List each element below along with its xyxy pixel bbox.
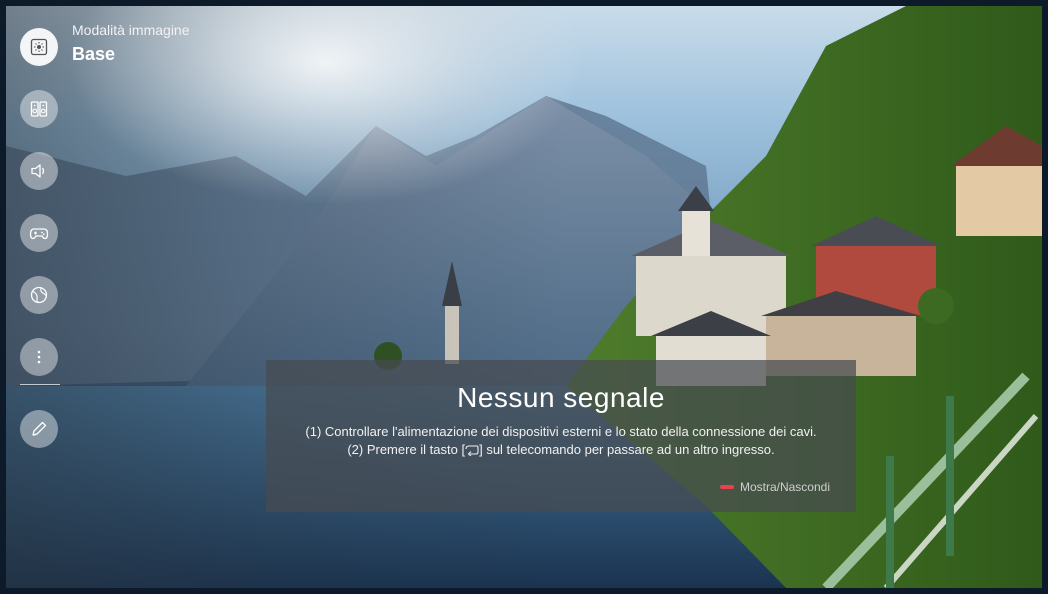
picture-mode-button[interactable] bbox=[20, 28, 58, 66]
picture-mode-label: Modalità immagine bbox=[72, 22, 190, 38]
more-options-button[interactable] bbox=[20, 338, 58, 376]
sound-mode-button[interactable] bbox=[20, 90, 58, 128]
game-controller-icon bbox=[29, 228, 49, 240]
volume-button[interactable] bbox=[20, 152, 58, 190]
show-hide-label: Mostra/Nascondi bbox=[739, 480, 830, 494]
edit-button[interactable] bbox=[20, 410, 58, 448]
network-button[interactable] bbox=[20, 276, 58, 314]
input-source-icon bbox=[465, 445, 479, 456]
no-signal-instruction-1: (1) Controllare l'alimentazione dei disp… bbox=[305, 424, 817, 439]
instruction-2-suffix: ] sul telecomando per passare ad un altr… bbox=[479, 442, 775, 457]
picture-mode-icon bbox=[30, 38, 48, 56]
no-signal-instruction-2: (2) Premere il tasto [ ] sul telecomando … bbox=[266, 442, 856, 457]
instruction-2-prefix: (2) Premere il tasto [ bbox=[347, 442, 466, 457]
globe-icon bbox=[30, 286, 48, 304]
no-signal-title: Nessun segnale bbox=[457, 382, 665, 413]
quick-settings-rail bbox=[20, 22, 60, 462]
red-key-icon bbox=[719, 485, 734, 489]
no-signal-dialog: Nessun segnale (1) Controllare l'aliment… bbox=[266, 360, 856, 512]
speakers-icon bbox=[30, 101, 48, 117]
more-options-icon bbox=[37, 350, 41, 364]
picture-mode-value: Base bbox=[72, 44, 116, 64]
volume-icon bbox=[31, 164, 45, 178]
edit-pencil-icon bbox=[32, 421, 47, 436]
game-optimizer-button[interactable] bbox=[20, 214, 58, 252]
rail-divider bbox=[20, 384, 60, 385]
show-hide-toggle[interactable]: Mostra/Nascondi bbox=[719, 480, 830, 494]
